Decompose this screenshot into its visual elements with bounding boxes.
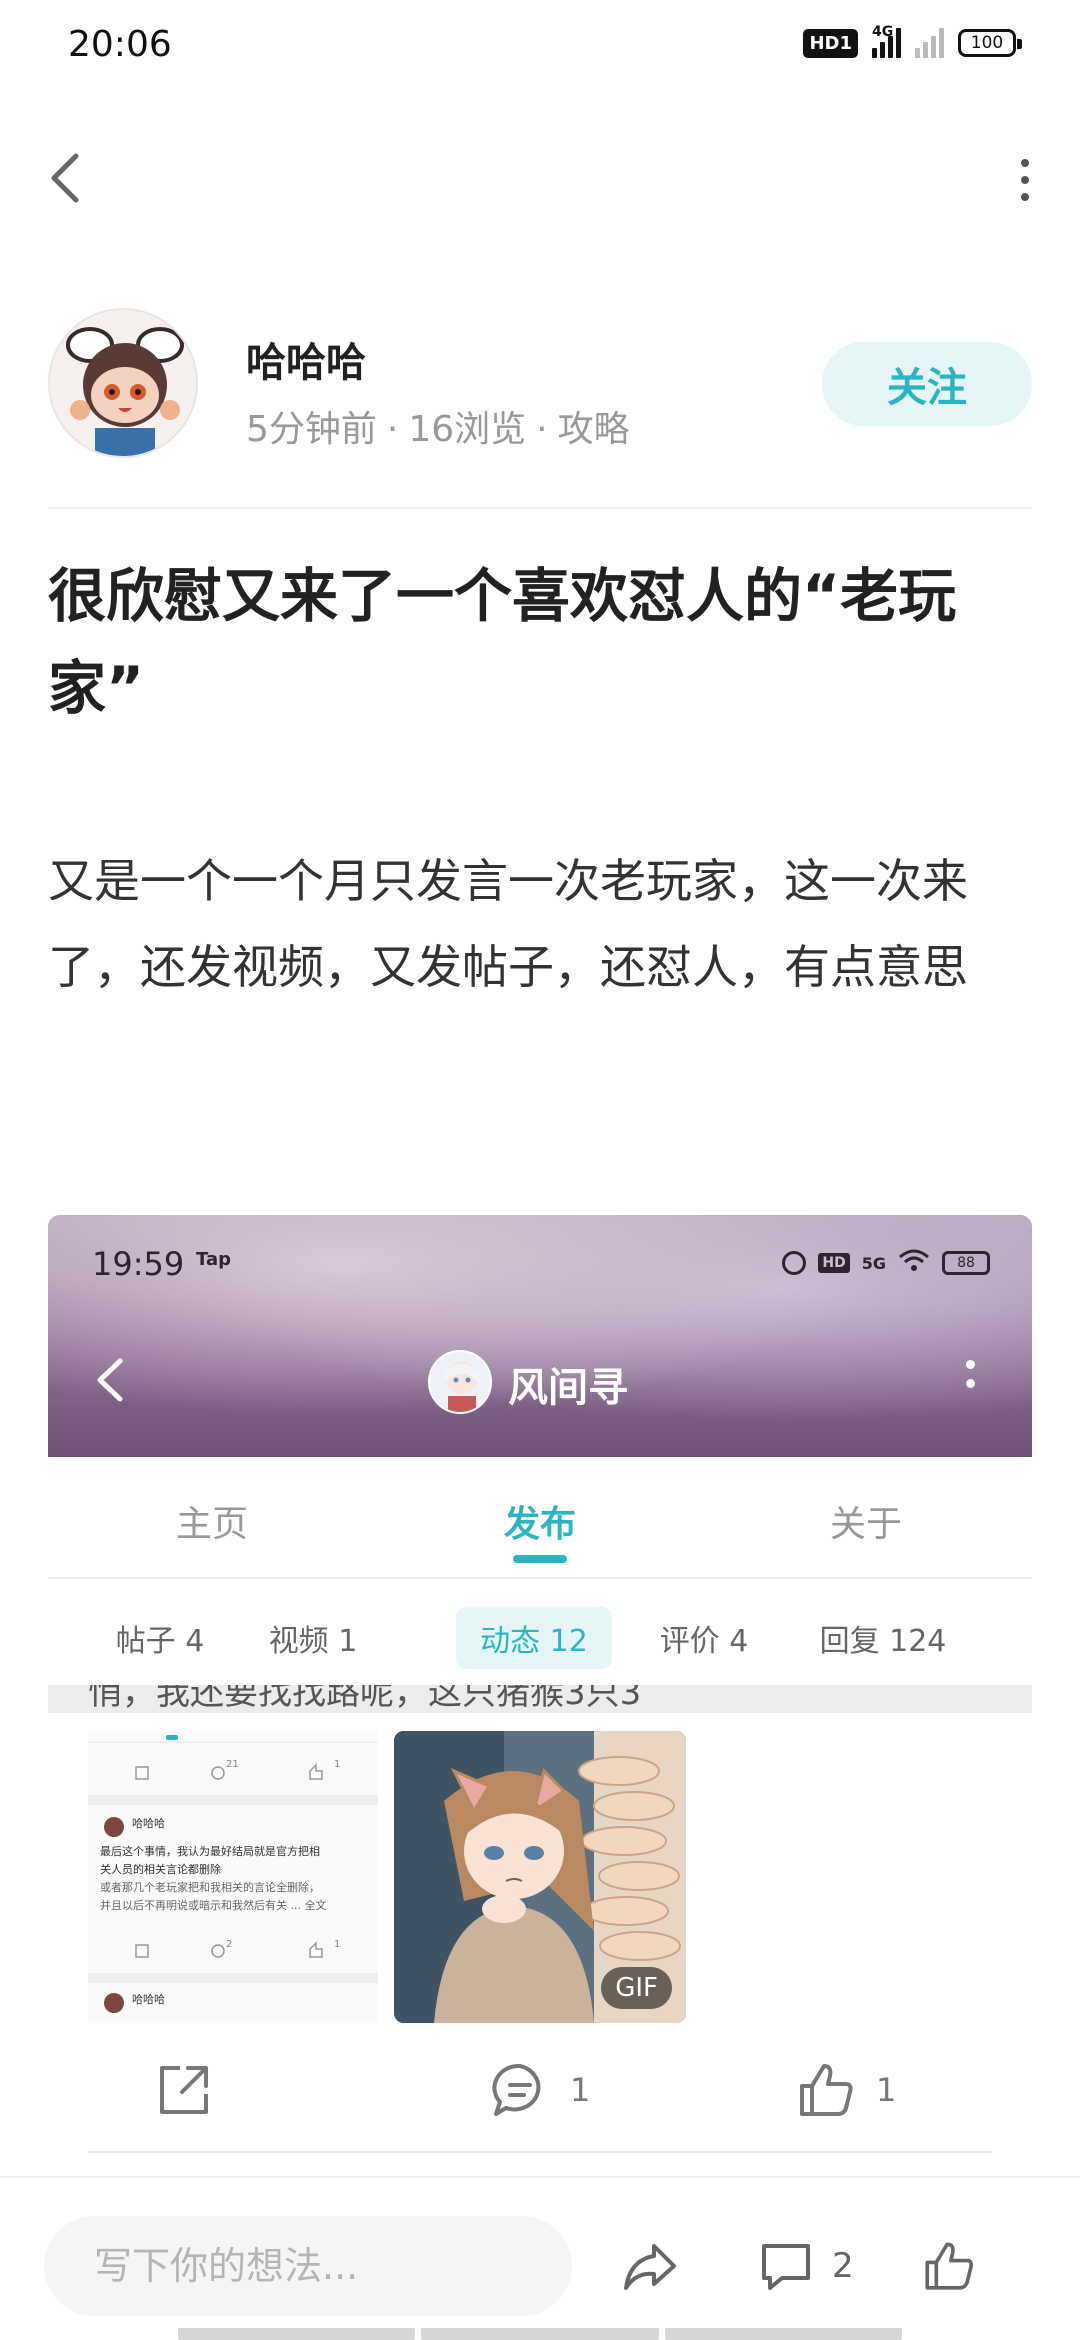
mini-count: 1 [334, 1759, 341, 1770]
mini-post-text: 最后这个事情，我认为最好结局就是官方把相 关人员的相关言论都删除 或者那几个老玩… [100, 1843, 376, 1915]
author-avatar[interactable] [48, 308, 198, 458]
comment-icon [762, 2244, 810, 2290]
embed-tab-home: 主页 [176, 1504, 249, 1545]
share-button[interactable] [620, 2224, 680, 2308]
post-category[interactable]: 攻略 [558, 409, 630, 450]
mini-count: 1 [334, 1939, 341, 1950]
embed-gif-thumbnail: GIF [394, 1731, 686, 2023]
embed-tap-label: Tap [196, 1249, 231, 1270]
embed-profile-avatar [428, 1350, 492, 1414]
post-views: 16浏览 [408, 409, 527, 450]
embed-tab-publish: 发布 [504, 1504, 577, 1545]
embed-chevron-left-icon [97, 1358, 123, 1402]
signal-secondary-icon [915, 28, 944, 58]
embed-like-action: 1 [794, 2045, 896, 2135]
mini-post-line: 或者那几个老玩家把和我相关的言论全删除， [100, 1881, 320, 1894]
embed-tab-indicator [513, 1555, 567, 1563]
thumbs-up-icon [925, 2242, 974, 2290]
back-button[interactable] [44, 150, 88, 206]
share-icon [624, 2244, 676, 2290]
embed-subtab-videos: 视频 1 [268, 1624, 358, 1659]
follow-button[interactable]: 关注 [822, 342, 1032, 426]
mini-post-line: 最后这个事情，我认为最好结局就是官方把相 [100, 1845, 320, 1858]
mini-post-name: 哈哈哈 [132, 1817, 165, 1830]
meta-separator: · [386, 409, 399, 450]
embed-hd-badge: HD [818, 1253, 850, 1273]
post-title: 很欣慰又来了一个喜欢怼人的“老玩家” [48, 562, 957, 722]
embed-action-bar: 1 1 [48, 2045, 1032, 2135]
status-time: 20:06 [68, 24, 172, 65]
chevron-left-icon [51, 153, 79, 203]
avatar-image [50, 310, 196, 456]
embed-profile-name: 风间寻 [508, 1365, 628, 1411]
embed-comment-icon [492, 2063, 541, 2116]
embed-more-icon [964, 1360, 976, 1388]
embed-tabs: 主页 发布 关于 [48, 1457, 1032, 1579]
like-button[interactable] [920, 2224, 978, 2308]
embed-cut-text: 悄，我还要找找路呢，这只猪猴3只3 [48, 1685, 1032, 1713]
embed-thumbs-up-icon [800, 2064, 853, 2116]
bottom-action-bar: 2 [0, 2176, 1080, 2340]
comment-count: 2 [832, 2246, 854, 2286]
gif-badge: GIF [601, 1967, 672, 2009]
mini-post-line: 并且以后不再明说或暗示和我然后有关 ... 全文 [100, 1899, 327, 1912]
gesture-bar[interactable] [178, 2328, 902, 2340]
embed-network-label: 5G [861, 1253, 886, 1273]
embed-comment-action: 1 [488, 2045, 590, 2135]
embed-comment-count: 1 [570, 2071, 591, 2109]
embedded-screenshot[interactable]: 19:59 Tap HD 5G 88 风间寻 主页 发布 关于 帖子 4 视频 … [48, 1215, 1032, 2167]
wifi-icon [898, 1249, 930, 1277]
status-icons: HD1 4G 100 [803, 24, 1022, 58]
battery-icon: 100 [958, 29, 1022, 57]
mini-count: 2 [226, 1939, 233, 1950]
status-bar: 20:06 HD1 4G 100 [0, 0, 1080, 96]
embed-strip-text: 悄，我还要找找路呢，这只猪猴3只3 [88, 1685, 642, 1713]
more-button[interactable] [1010, 150, 1040, 210]
embed-status-icons: HD 5G 88 [782, 1249, 990, 1277]
embed-status-time: 19:59 [92, 1245, 185, 1283]
embed-subtab-reviews: 评价 4 [659, 1624, 749, 1659]
embed-image-thumbnail: 21 1 哈哈哈 最后这个事情，我认为最好结局就是官方把相 关人员的相关言论都删… [88, 1731, 378, 2023]
divider [48, 507, 1032, 509]
embed-back-button [92, 1355, 132, 1405]
embed-share-action [152, 2045, 216, 2135]
embed-tab-about: 关于 [830, 1504, 903, 1545]
mini-post-name: 哈哈哈 [132, 1993, 165, 2006]
alarm-icon [782, 1251, 807, 1275]
embed-subtab-replies: 回复 124 [819, 1624, 947, 1659]
embed-subtab-posts: 帖子 4 [115, 1624, 205, 1659]
embed-header: 19:59 Tap HD 5G 88 风间寻 [48, 1215, 1032, 1457]
embed-battery-icon: 88 [942, 1251, 990, 1275]
post-body: 又是一个一个月只发言一次老玩家，这一次来了，还发视频，又发帖子，还怼人，有点意思 [48, 854, 968, 994]
embed-share-icon [160, 2066, 208, 2114]
signal-icon: 4G [872, 24, 901, 58]
mini-count: 21 [226, 1759, 239, 1770]
embed-subtabs: 帖子 4 视频 1 动态 12 评价 4 回复 124 [48, 1581, 1032, 1685]
embed-like-count: 1 [876, 2071, 897, 2109]
post-time: 5分钟前 [246, 409, 377, 450]
mini-post-line: 关人员的相关言论都删除 [100, 1863, 221, 1876]
more-vertical-icon [1021, 159, 1029, 167]
comment-button[interactable]: 2 [758, 2224, 854, 2308]
embed-divider [88, 2151, 992, 2153]
meta-separator: · [536, 409, 548, 450]
embed-subtab-moments: 动态 12 [456, 1607, 612, 1669]
comment-input[interactable] [44, 2216, 572, 2316]
post-meta: 5分钟前 · 16浏览 · 攻略 [246, 400, 630, 452]
hd-badge: HD1 [803, 28, 858, 58]
network-label: 4G [872, 24, 894, 40]
author-name[interactable]: 哈哈哈 [246, 330, 366, 388]
